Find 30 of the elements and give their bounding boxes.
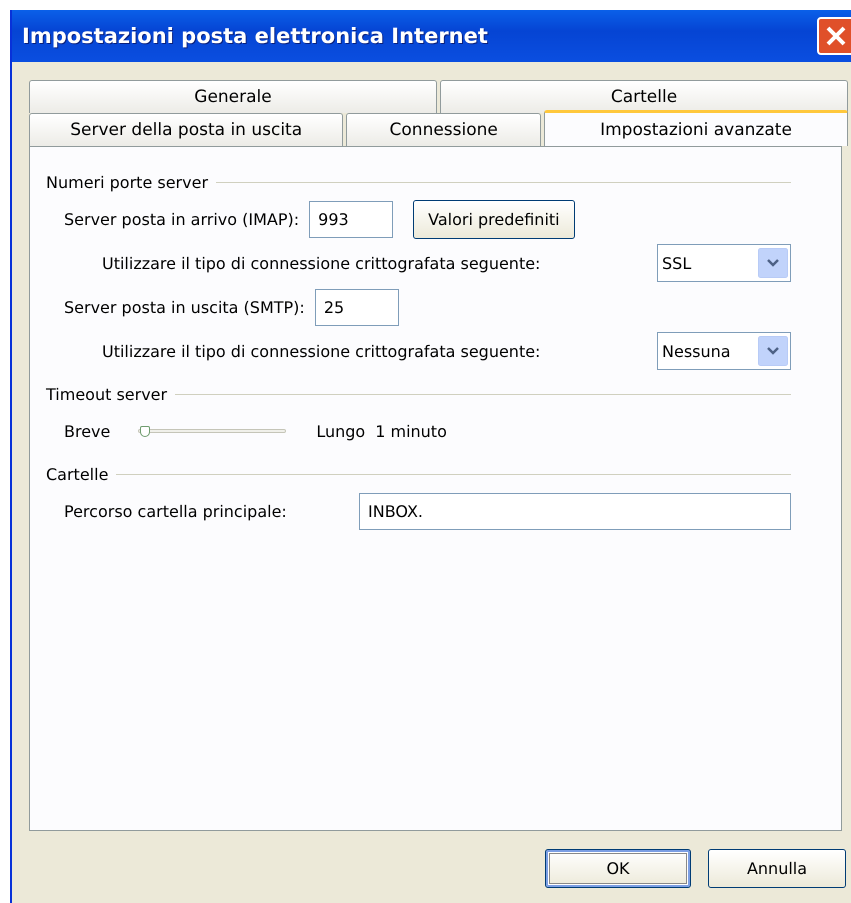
field-label: Percorso cartella principale: [64, 502, 287, 520]
chevron-down-icon [758, 248, 788, 278]
field-label: Server posta in uscita (SMTP): [64, 298, 305, 316]
group-title: Cartelle [46, 464, 108, 484]
tab[interactable]: Cartelle [440, 80, 848, 113]
slider-thumb[interactable] [140, 426, 150, 437]
field-label: Utilizzare il tipo di connessione crittografata seguente: [102, 254, 540, 272]
group-title: Timeout server [46, 384, 168, 404]
chevron-down-icon [758, 336, 788, 366]
close-button[interactable] [817, 17, 851, 55]
tab[interactable]: Generale [29, 80, 437, 113]
timeout-reading: 1 minuto [375, 422, 447, 440]
encryption-dropdown[interactable]: Nessuna [657, 332, 791, 370]
close-icon [825, 25, 847, 47]
root-folder-field[interactable]: INBOX. [359, 492, 791, 530]
slider-max-label: Lungo [316, 422, 366, 440]
window-title: Impostazioni posta elettronica Internet [22, 24, 488, 48]
dialog-button[interactable]: Annulla [708, 849, 846, 888]
slider-min-label: Breve [64, 422, 110, 440]
port-field[interactable]: 25 [314, 288, 399, 326]
field-label: Utilizzare il tipo di connessione crittografata seguente: [102, 342, 540, 360]
defaults-button[interactable]: Valori predefiniti [413, 200, 575, 238]
field-label: Server posta in arrivo (IMAP): [64, 210, 300, 228]
dialog-button[interactable]: OK [545, 849, 691, 888]
tab[interactable]: Impostazioni avanzate [544, 110, 848, 146]
group-title: Numeri porte server [46, 172, 208, 192]
tab[interactable]: Connessione [346, 113, 542, 146]
port-field[interactable]: 993 [309, 200, 394, 238]
tab[interactable]: Server della posta in uscita [29, 113, 344, 146]
encryption-dropdown[interactable]: SSL [657, 244, 791, 282]
